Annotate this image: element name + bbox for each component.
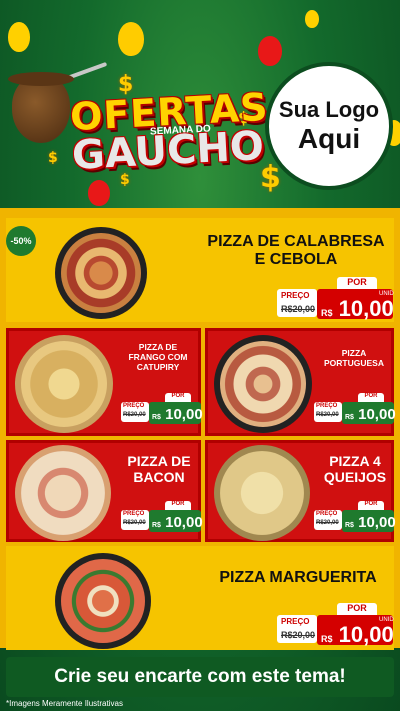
product-name: PIZZA 4 QUEIJOS [323, 453, 387, 486]
product-card-calabresa[interactable]: PIZZA DE CALABRESA E CEBOLA POR PREÇO R$… [6, 218, 394, 322]
product-name: PIZZA DE CALABRESA E CEBOLA [207, 233, 385, 269]
pizza-calabresa-image [55, 227, 147, 319]
product-card-frango[interactable]: PIZZA DE FRANGO COM CATUPIRY POR PREÇO R… [6, 328, 203, 436]
logo-placeholder[interactable]: Sua Logo Aqui [265, 62, 393, 190]
title-gaucho: GAUCHO [70, 123, 265, 179]
pizza-4queijos-image [214, 445, 310, 541]
price-tag: POR PREÇO R$20,00 R$ 10,00 [314, 393, 396, 424]
price-value: 10,00 [358, 406, 396, 423]
price-tag: POR PREÇO R$20,00 R$ 10,00 [121, 393, 203, 424]
cta-banner[interactable]: Crie seu encarte com este tema! [6, 657, 394, 697]
price-value: 10,00 [165, 406, 203, 423]
price-tag: POR PREÇO R$20,00 R$ 10,00 UNID [277, 603, 394, 647]
product-name: PIZZA PORTUGUESA [324, 348, 384, 368]
price-value: 10,00 [338, 296, 394, 321]
product-card-marguerita[interactable]: PIZZA MARGUERITA POR PREÇO R$20,00 R$ 10… [6, 546, 394, 650]
disclaimer: *Imagens Meramente Ilustrativas [6, 699, 123, 708]
flyer-page: $ $ $ $ $ OFERTAS SEMANA DO GAUCHO Sua L… [0, 0, 400, 711]
product-name: PIZZA DE FRANGO COM CATUPIRY [128, 342, 188, 372]
pizza-bacon-image [15, 445, 111, 541]
product-name: PIZZA DE BACON [127, 453, 191, 486]
gourd-rim-decoration [8, 72, 74, 86]
price-value: 10,00 [358, 514, 396, 531]
pizza-frango-image [15, 335, 113, 433]
price-tag: POR PREÇO R$20,00 R$ 10,00 [121, 501, 203, 532]
pizza-portuguesa-image [214, 335, 312, 433]
logo-text-line2: Aqui [297, 123, 361, 154]
discount-badge: -50% [6, 226, 36, 256]
logo-text-line1: Sua Logo [278, 97, 380, 122]
price-value: 10,00 [165, 514, 203, 531]
price-tag: POR PREÇO R$20,00 R$ 10,00 [314, 501, 396, 532]
header: OFERTAS SEMANA DO GAUCHO Sua Logo Aqui [0, 0, 400, 205]
product-name: PIZZA MARGUERITA [219, 569, 377, 586]
price-value: 10,00 [338, 622, 394, 647]
product-card-bacon[interactable]: PIZZA DE BACON POR PREÇO R$20,00 R$ 10,0… [6, 440, 203, 542]
price-tag: POR PREÇO R$20,00 R$ 10,00 UNID [277, 277, 394, 321]
pizza-marguerita-image [55, 553, 151, 649]
product-card-portuguesa[interactable]: PIZZA PORTUGUESA POR PREÇO R$20,00 R$ 10… [205, 328, 396, 436]
product-card-4queijos[interactable]: PIZZA 4 QUEIJOS POR PREÇO R$20,00 R$ 10,… [205, 440, 396, 542]
